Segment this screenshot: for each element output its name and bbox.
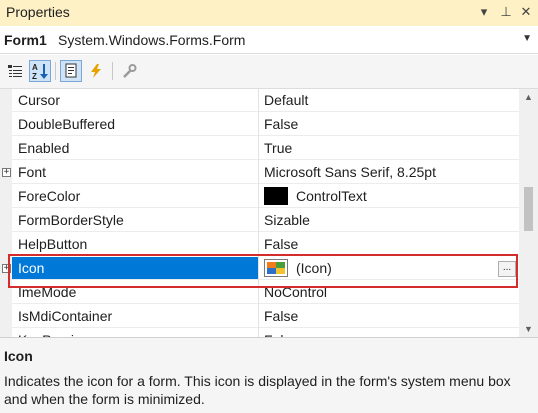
property-row-doublebuffered[interactable]: DoubleBuffered False xyxy=(0,113,519,137)
property-value[interactable]: Default xyxy=(259,89,519,112)
property-row-font[interactable]: + Font Microsoft Sans Serif, 8.25pt xyxy=(0,161,519,185)
toolbar-separator xyxy=(112,62,113,80)
property-pages-button[interactable] xyxy=(118,60,140,82)
property-value[interactable]: Sizable xyxy=(259,209,519,232)
description-text: Indicates the icon for a form. This icon… xyxy=(4,373,511,407)
property-value-text: Default xyxy=(264,91,309,108)
property-name: Font xyxy=(12,161,258,184)
description-title: Icon xyxy=(4,348,33,364)
property-name: ImeMode xyxy=(12,281,258,304)
scroll-up-icon[interactable]: ▲ xyxy=(519,89,538,105)
property-row-helpbutton[interactable]: HelpButton False xyxy=(0,233,519,257)
object-type: System.Windows.Forms.Form xyxy=(58,32,246,48)
description-panel: Icon Indicates the icon for a form. This… xyxy=(0,337,538,413)
svg-text:A: A xyxy=(32,63,38,72)
chevron-down-icon[interactable]: ▼ xyxy=(522,33,532,44)
expand-plus-icon[interactable]: + xyxy=(2,168,11,177)
property-row-ismdicontainer[interactable]: IsMdiContainer False xyxy=(0,305,519,329)
property-value-text: False xyxy=(264,307,299,324)
categorized-icon xyxy=(8,65,22,77)
property-row-keypreview[interactable]: KeyPreview False xyxy=(0,329,519,337)
property-name: IsMdiContainer xyxy=(12,305,258,328)
property-row-cursor[interactable]: Cursor Default xyxy=(0,89,519,113)
property-value[interactable]: NoControl xyxy=(259,281,519,304)
property-row-formborderstyle[interactable]: FormBorderStyle Sizable xyxy=(0,209,519,233)
property-grid: Cursor Default DoubleBuffered False Enab… xyxy=(0,89,519,337)
property-value-text: True xyxy=(264,139,293,156)
property-value-text: Sizable xyxy=(264,211,310,228)
properties-toolbar: A Z xyxy=(0,55,538,89)
close-icon[interactable]: ✕ xyxy=(518,4,534,20)
toolbar-separator xyxy=(55,62,56,80)
property-pages-wrench-icon xyxy=(123,64,137,78)
property-value-text: False xyxy=(264,329,298,338)
property-value[interactable]: False xyxy=(259,305,519,328)
property-value-text: False xyxy=(264,115,299,132)
property-value[interactable]: ControlText xyxy=(259,185,519,208)
property-value-text: False xyxy=(264,235,299,252)
pin-icon[interactable]: ⊥ xyxy=(498,4,514,20)
property-value-text: Microsoft Sans Serif, 8.25pt xyxy=(264,163,436,180)
property-row-imemode[interactable]: ImeMode NoControl xyxy=(0,281,519,305)
property-value-text: (Icon) xyxy=(296,259,332,276)
property-value[interactable]: (Icon) ... xyxy=(259,257,519,280)
properties-icon xyxy=(65,63,77,78)
property-value[interactable]: False xyxy=(259,113,519,136)
property-name: ForeColor xyxy=(12,185,258,208)
property-name: Icon xyxy=(12,257,258,280)
property-value[interactable]: False xyxy=(259,329,519,338)
property-value[interactable]: True xyxy=(259,137,519,160)
property-name: KeyPreview xyxy=(12,329,258,337)
property-name: Enabled xyxy=(12,137,258,160)
vertical-scrollbar[interactable]: ▲ ▼ xyxy=(519,89,538,337)
property-name: HelpButton xyxy=(12,233,258,256)
property-value-text: NoControl xyxy=(264,283,328,300)
property-value[interactable]: False xyxy=(259,233,519,256)
alphabetical-button[interactable]: A Z xyxy=(29,60,51,82)
property-name: Cursor xyxy=(12,89,258,112)
categorized-button[interactable] xyxy=(4,60,26,82)
object-selector[interactable]: Form1 System.Windows.Forms.Form ▼ xyxy=(0,26,538,54)
property-row-enabled[interactable]: Enabled True xyxy=(0,137,519,161)
properties-button[interactable] xyxy=(60,60,82,82)
events-lightning-icon xyxy=(91,64,101,78)
property-value[interactable]: Microsoft Sans Serif, 8.25pt xyxy=(259,161,519,184)
property-value-text: ControlText xyxy=(296,187,367,204)
property-name: FormBorderStyle xyxy=(12,209,258,232)
svg-text:Z: Z xyxy=(32,72,37,80)
properties-title-bar: Properties ▾ ⊥ ✕ xyxy=(0,0,538,26)
events-button[interactable] xyxy=(85,60,107,82)
dropdown-menu-icon[interactable]: ▾ xyxy=(476,4,492,20)
scroll-thumb[interactable] xyxy=(524,187,533,231)
window-title: Properties xyxy=(6,4,70,20)
alphabetical-sort-icon: A Z xyxy=(32,63,48,80)
object-name: Form1 xyxy=(4,32,47,48)
ellipsis-button[interactable]: ... xyxy=(498,261,516,277)
expand-plus-icon[interactable]: + xyxy=(2,264,11,273)
color-swatch xyxy=(264,187,288,205)
scroll-down-icon[interactable]: ▼ xyxy=(519,321,538,337)
property-row-icon[interactable]: + Icon (Icon) ... xyxy=(0,257,519,281)
property-name: DoubleBuffered xyxy=(12,113,258,136)
form-icon-preview-icon xyxy=(264,259,288,277)
property-row-forecolor[interactable]: ForeColor ControlText xyxy=(0,185,519,209)
